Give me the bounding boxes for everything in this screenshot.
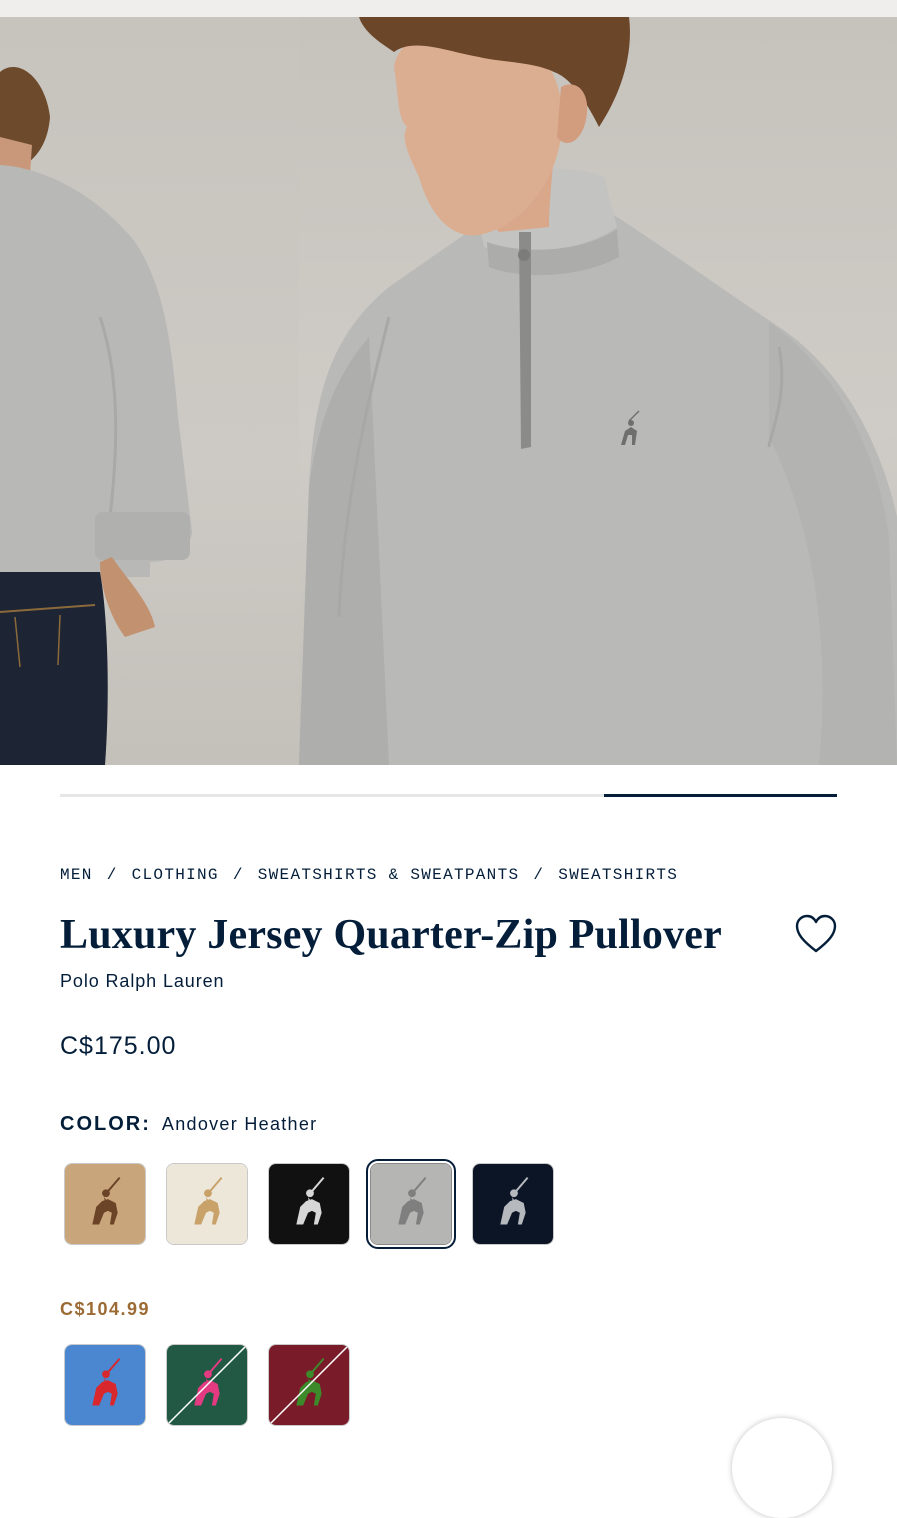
product-title: Luxury Jersey Quarter-Zip Pullover (60, 912, 722, 958)
breadcrumb-clothing[interactable]: CLOTHING (132, 866, 219, 884)
polo-player-icon (65, 1164, 145, 1244)
color-swatch-cream[interactable] (166, 1163, 248, 1245)
product-image-gallery[interactable] (0, 17, 897, 765)
product-image-back[interactable] (0, 17, 299, 765)
chat-button[interactable] (732, 1418, 832, 1518)
unavailable-slash-icon (168, 1346, 246, 1424)
unavailable-slash-icon (270, 1346, 348, 1424)
selected-color-name: Andover Heather (161, 1114, 318, 1134)
breadcrumb: MEN / CLOTHING / SWEATSHIRTS & SWEATPANT… (60, 866, 678, 884)
polo-player-icon (65, 1345, 145, 1425)
color-label: COLOR: (60, 1113, 151, 1135)
gallery-progress-fill (604, 794, 837, 797)
polo-player-icon (167, 1164, 247, 1244)
color-swatch-burgundy[interactable] (268, 1344, 350, 1426)
color-swatch-green[interactable] (166, 1344, 248, 1426)
color-swatch-andover-heather[interactable] (366, 1159, 456, 1249)
product-image-front[interactable] (299, 17, 897, 765)
breadcrumb-sweatshirts[interactable]: SWEATSHIRTS (558, 866, 678, 884)
color-swatch-tan[interactable] (64, 1163, 146, 1245)
gallery-progress-track (60, 794, 837, 797)
color-swatch-navy[interactable] (472, 1163, 554, 1245)
sale-price: C$104.99 (60, 1299, 151, 1319)
polo-player-icon (371, 1164, 451, 1244)
breadcrumb-separator: / (533, 866, 545, 884)
color-selection-header: COLOR: Andover Heather (60, 1113, 317, 1136)
breadcrumb-sweatshirts-sweatpants[interactable]: SWEATSHIRTS & SWEATPANTS (258, 866, 520, 884)
breadcrumb-men[interactable]: MEN (60, 866, 93, 884)
wishlist-button[interactable] (793, 912, 839, 956)
product-brand[interactable]: Polo Ralph Lauren (60, 971, 224, 992)
polo-player-icon (473, 1164, 553, 1244)
top-strip (0, 0, 897, 17)
color-swatch-blue[interactable] (64, 1344, 146, 1426)
product-price: C$175.00 (60, 1032, 177, 1060)
breadcrumb-separator: / (106, 866, 118, 884)
polo-player-icon (269, 1164, 349, 1244)
heart-icon (795, 914, 837, 953)
color-swatch-black[interactable] (268, 1163, 350, 1245)
breadcrumb-separator: / (232, 866, 244, 884)
